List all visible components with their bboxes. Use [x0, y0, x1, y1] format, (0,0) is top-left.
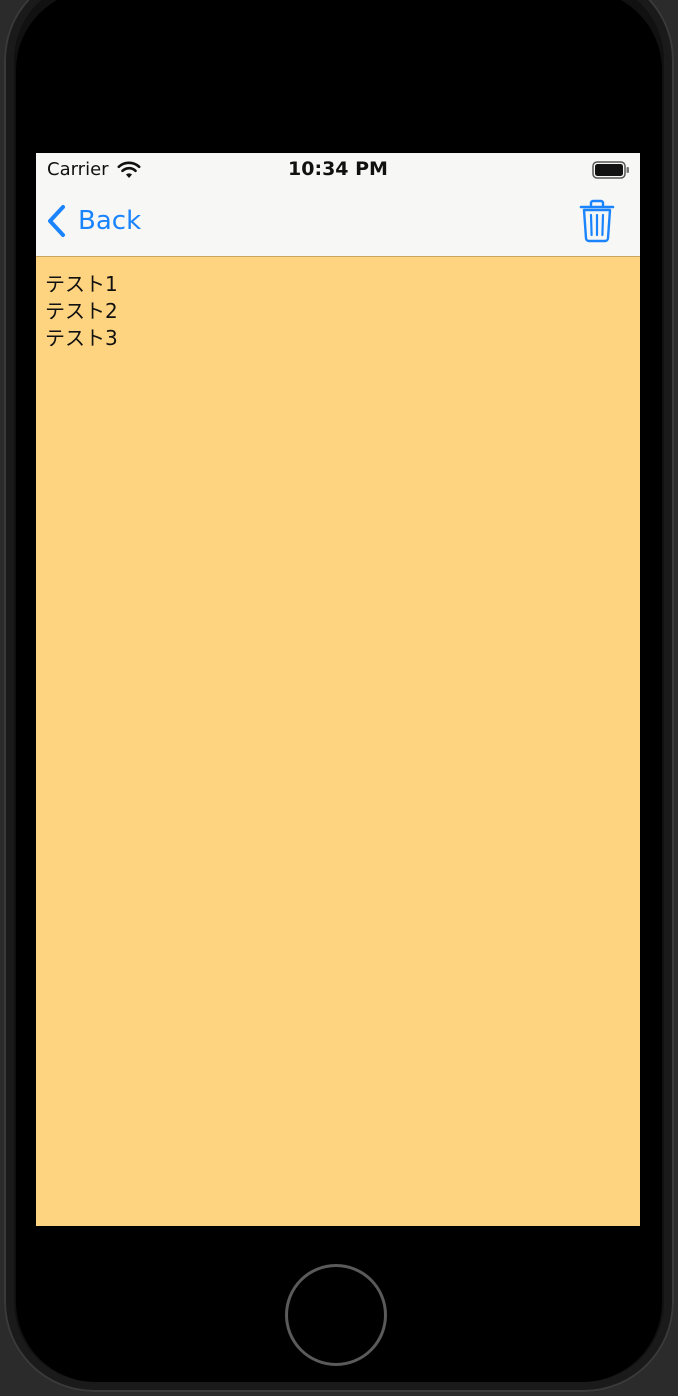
back-button[interactable]: Back [46, 201, 141, 241]
battery-full-icon [592, 161, 629, 179]
status-bar: Carrier 10:34 PM [36, 153, 640, 187]
navigation-bar: Back [36, 187, 640, 257]
memo-line: テスト2 [45, 299, 118, 323]
back-label: Back [78, 206, 142, 236]
memo-text-view[interactable]: テスト1 テスト2 テスト3 [45, 271, 118, 352]
home-button[interactable] [285, 1264, 387, 1366]
memo-line: テスト3 [45, 326, 118, 350]
chevron-left-icon [48, 205, 65, 237]
device-frame: Carrier 10:34 PM Back テスト1 テスト2 テスト3 [0, 0, 678, 1396]
screen: Carrier 10:34 PM Back テスト1 テスト2 テスト3 [36, 153, 640, 1226]
trash-icon[interactable] [578, 199, 616, 243]
memo-line: テスト1 [45, 272, 118, 296]
status-time: 10:34 PM [288, 158, 388, 180]
